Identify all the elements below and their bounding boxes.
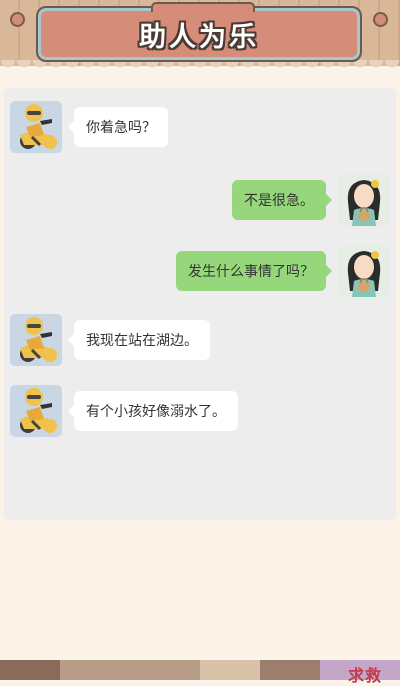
page-title: 助人为乐 bbox=[139, 21, 259, 53]
message-bubble: 我现在站在湖边。 bbox=[68, 320, 210, 360]
title-plate: 助人为乐 bbox=[36, 2, 362, 62]
header-rivet-left bbox=[10, 12, 25, 27]
title-plate-tab bbox=[151, 2, 255, 12]
message-bubble: 不是很急。 bbox=[232, 180, 332, 220]
chat-message-right: 不是很急。 bbox=[232, 174, 390, 226]
message-bubble: 有个小孩好像溺水了。 bbox=[68, 391, 238, 431]
chat-message-right: 发生什么事情了吗？ bbox=[176, 245, 390, 297]
bottom-scene-strip bbox=[0, 660, 400, 680]
chat-panel: 你着急吗？ 不是很急。 发生什么事情了吗？ 我现在站在湖边。 有个小孩好像溺水了… bbox=[4, 88, 396, 520]
rider-avatar bbox=[10, 101, 62, 153]
header-rivet-right bbox=[373, 12, 388, 27]
chat-message-left: 你着急吗？ bbox=[10, 101, 168, 153]
header-scallop-trim bbox=[0, 60, 400, 74]
chat-message-left: 我现在站在湖边。 bbox=[10, 314, 210, 366]
chat-message-left: 有个小孩好像溺水了。 bbox=[10, 385, 238, 437]
help-button-label[interactable]: 求救 bbox=[348, 662, 382, 686]
rider-avatar bbox=[10, 385, 62, 437]
rider-avatar bbox=[10, 314, 62, 366]
message-bubble: 发生什么事情了吗？ bbox=[176, 251, 332, 291]
girl-avatar bbox=[338, 245, 390, 297]
girl-avatar bbox=[338, 174, 390, 226]
message-bubble: 你着急吗？ bbox=[68, 107, 168, 147]
